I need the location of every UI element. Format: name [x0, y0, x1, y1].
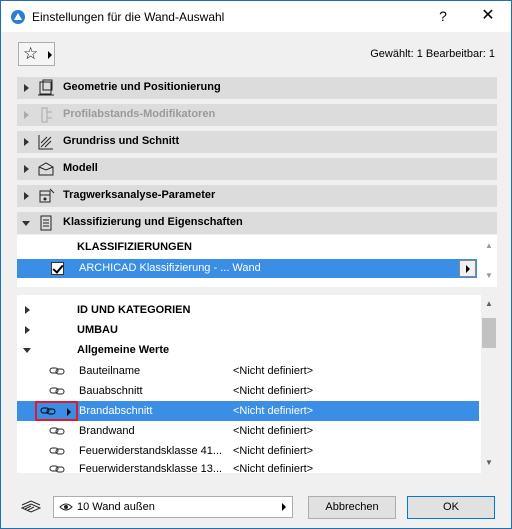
- section-model[interactable]: Modell: [17, 158, 497, 180]
- property-name: Feuerwiderstandsklasse 41...: [79, 445, 223, 457]
- property-row[interactable]: Feuerwiderstandsklasse 13... <Nicht defi…: [17, 459, 479, 473]
- classification-checkbox[interactable]: [51, 262, 64, 275]
- settings-dialog: Einstellungen für die Wand-Auswahl ? ✕ ☆…: [0, 0, 512, 529]
- help-button[interactable]: ?: [423, 1, 463, 32]
- classification-label: ARCHICAD Klassifizierung - ... Wand: [79, 262, 261, 274]
- cancel-button[interactable]: Abbrechen: [308, 496, 396, 519]
- classification-icon: [40, 215, 52, 231]
- link-icon: [49, 447, 65, 455]
- link-icon: [40, 407, 56, 415]
- layers-icon: [20, 500, 42, 513]
- property-group-id-categories[interactable]: ID UND KATEGORIEN: [17, 300, 479, 320]
- group-label: ID UND KATEGORIEN: [77, 304, 191, 316]
- link-icon: [49, 367, 65, 375]
- property-value[interactable]: <Nicht definiert>: [233, 405, 313, 417]
- property-value[interactable]: <Nicht definiert>: [233, 425, 313, 437]
- favorites-button[interactable]: ☆: [18, 42, 55, 66]
- layer-dropdown[interactable]: 10 Wand außen: [53, 496, 293, 518]
- expand-arrow-icon: [24, 111, 29, 119]
- property-value[interactable]: <Nicht definiert>: [233, 445, 313, 457]
- title-bar: Einstellungen für die Wand-Auswahl ? ✕: [1, 1, 511, 32]
- highlight-box[interactable]: [35, 401, 78, 421]
- close-button[interactable]: ✕: [468, 1, 508, 32]
- property-row[interactable]: Feuerwiderstandsklasse 41... <Nicht defi…: [17, 441, 479, 461]
- classification-picker-button[interactable]: [459, 260, 476, 277]
- star-icon: ☆: [23, 44, 39, 63]
- properties-scrollbar[interactable]: ▲ ▼: [481, 295, 497, 473]
- collapse-arrow-icon: [23, 348, 31, 353]
- expand-arrow-icon: [25, 326, 30, 334]
- section-label: Grundriss und Schnitt: [63, 135, 180, 147]
- property-row-selected[interactable]: Brandabschnitt <Nicht definiert>: [17, 401, 479, 421]
- expand-arrow-icon: [24, 84, 29, 92]
- selection-count: Gewählt: 1 Bearbeitbar: 1: [370, 48, 495, 60]
- scroll-up-icon[interactable]: ▲: [485, 241, 493, 250]
- scroll-thumb[interactable]: [482, 318, 496, 348]
- property-row[interactable]: Brandwand <Nicht definiert>: [17, 421, 479, 441]
- link-icon: [49, 387, 65, 395]
- property-value[interactable]: <Nicht definiert>: [233, 365, 313, 377]
- section-profile-offset: Profilabstands-Modifikatoren: [17, 104, 497, 126]
- dialog-footer: 10 Wand außen Abbrechen OK: [1, 484, 511, 528]
- window-title: Einstellungen für die Wand-Auswahl: [32, 10, 225, 24]
- property-value[interactable]: <Nicht definiert>: [233, 385, 313, 397]
- scroll-down-icon[interactable]: ▼: [485, 458, 493, 467]
- eye-icon: [59, 503, 73, 511]
- classification-panel: KLASSIFIZIERUNGEN ARCHICAD Klassifizieru…: [17, 235, 497, 287]
- section-classification[interactable]: Klassifizierung und Eigenschaften: [17, 212, 497, 234]
- section-floorplan[interactable]: Grundriss und Schnitt: [17, 131, 497, 153]
- property-name: Brandwand: [79, 425, 135, 437]
- section-geometry[interactable]: Geometrie und Positionierung: [17, 77, 497, 99]
- property-name: Feuerwiderstandsklasse 13...: [79, 463, 223, 473]
- section-structural-analysis[interactable]: Tragwerksanalyse-Parameter: [17, 185, 497, 207]
- expand-arrow-icon: [24, 192, 29, 200]
- property-name: Bauteilname: [79, 365, 141, 377]
- group-label: Allgemeine Werte: [77, 344, 170, 356]
- expand-arrow-icon: [24, 165, 29, 173]
- section-label: Tragwerksanalyse-Parameter: [63, 189, 216, 201]
- model-icon: [38, 162, 54, 176]
- classification-scrollbar[interactable]: ▲ ▼: [481, 235, 497, 287]
- ok-button[interactable]: OK: [407, 496, 495, 519]
- layer-name: 10 Wand außen: [77, 501, 155, 513]
- link-icon: [49, 427, 65, 435]
- property-name: Brandabschnitt: [79, 405, 153, 417]
- expand-arrow-icon: [25, 306, 30, 314]
- chevron-right-icon: [67, 408, 71, 416]
- properties-panel: ID UND KATEGORIEN UMBAU Allgemeine Werte…: [17, 295, 497, 473]
- classification-row[interactable]: ARCHICAD Klassifizierung - ... Wand: [17, 259, 477, 278]
- section-label: Profilabstands-Modifikatoren: [63, 108, 216, 120]
- profile-offset-icon: [41, 107, 52, 123]
- collapse-arrow-icon: [22, 221, 30, 226]
- archicad-app-icon: [11, 10, 25, 24]
- section-label: Geometrie und Positionierung: [63, 81, 221, 93]
- property-row[interactable]: Bauabschnitt <Nicht definiert>: [17, 381, 479, 401]
- section-label: Klassifizierung und Eigenschaften: [63, 216, 243, 228]
- scroll-up-icon[interactable]: ▲: [485, 299, 493, 308]
- geometry-icon: [38, 79, 54, 96]
- group-label: UMBAU: [77, 324, 118, 336]
- chevron-right-icon: [48, 51, 52, 59]
- floorplan-section-icon: [38, 135, 53, 150]
- structural-analysis-icon: [39, 188, 55, 203]
- property-value[interactable]: <Nicht definiert>: [233, 463, 313, 473]
- property-row[interactable]: Bauteilname <Nicht definiert>: [17, 361, 479, 381]
- section-label: Modell: [63, 162, 98, 174]
- expand-arrow-icon: [24, 138, 29, 146]
- link-icon: [49, 465, 65, 473]
- property-group-renovation[interactable]: UMBAU: [17, 320, 479, 340]
- chevron-right-icon: [282, 503, 286, 511]
- property-name: Bauabschnitt: [79, 385, 143, 397]
- property-group-general[interactable]: Allgemeine Werte: [17, 340, 479, 360]
- classification-header: KLASSIFIZIERUNGEN: [77, 241, 192, 253]
- scroll-down-icon[interactable]: ▼: [485, 271, 493, 280]
